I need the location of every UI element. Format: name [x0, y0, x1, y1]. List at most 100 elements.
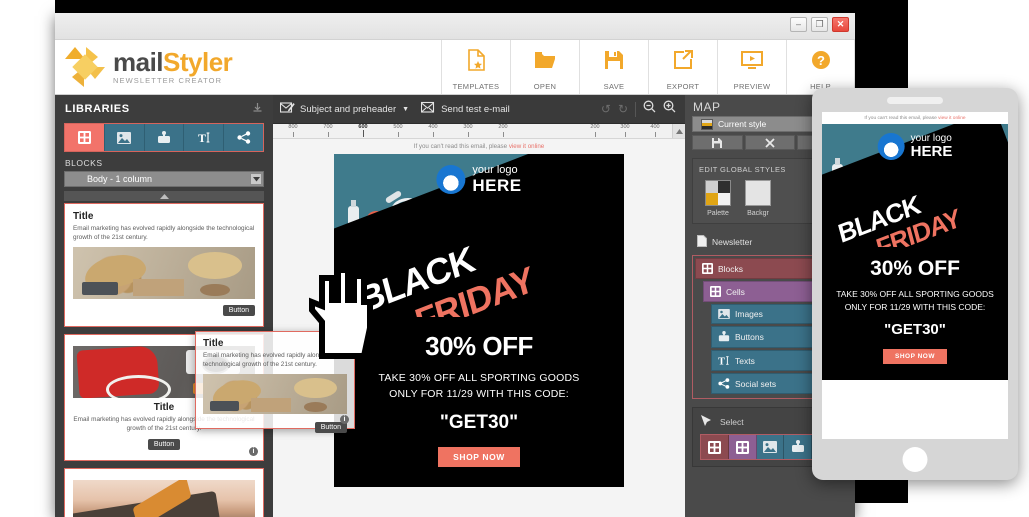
phone-home-button[interactable] — [902, 447, 928, 472]
svg-text:?: ? — [817, 53, 825, 68]
share-icon — [718, 378, 730, 389]
current-style-label: Current style — [718, 119, 767, 129]
ruler-scroll-up[interactable] — [672, 124, 685, 138]
background-icon — [745, 180, 771, 206]
select-tab-cells[interactable] — [728, 435, 757, 459]
delete-style-button[interactable] — [744, 135, 796, 150]
sidebar-item-social[interactable] — [224, 124, 263, 151]
ribbon-save-label: SAVE — [603, 82, 625, 91]
save-style-button[interactable] — [692, 135, 743, 150]
send-test-email-button[interactable]: Send test e-mail — [421, 101, 510, 117]
promo-code: "GET30" — [439, 411, 519, 433]
select-tab-images[interactable] — [756, 435, 785, 459]
phone-view-online-link[interactable]: view it online — [938, 116, 965, 121]
ribbon-preview-button[interactable]: PREVIEW — [717, 40, 786, 94]
ribbon-preview-label: PREVIEW — [733, 82, 771, 91]
sidebar-item-blocks[interactable] — [65, 124, 105, 151]
block-card-text: Email marketing has evolved rapidly alon… — [73, 225, 255, 242]
document-icon — [697, 235, 707, 249]
view-online-link[interactable]: view it online — [509, 143, 544, 150]
select-tab-blocks[interactable] — [701, 435, 729, 459]
ribbon-save-button[interactable]: SAVE — [579, 40, 648, 94]
zoom-out-icon[interactable] — [643, 100, 656, 118]
sidebar-item-texts[interactable]: T — [184, 124, 225, 151]
share-icon — [236, 131, 250, 144]
block-type-select[interactable]: Body - 1 column — [64, 171, 264, 187]
close-button[interactable]: ✕ — [832, 17, 849, 32]
logo-line2: HERE — [472, 176, 522, 195]
preview-monitor-icon — [741, 47, 763, 73]
palette-button[interactable]: Palette — [705, 180, 731, 217]
tree-item-label: Images — [735, 309, 763, 319]
phone-logo-line2: HERE — [910, 143, 953, 160]
ruler-label: 300 — [620, 124, 630, 130]
brand-title: mailStyler — [113, 49, 233, 75]
export-arrow-icon — [673, 47, 693, 73]
button-icon — [791, 440, 804, 452]
phone-screen[interactable]: If you can't read this email, please vie… — [822, 112, 1008, 439]
minimize-button[interactable]: – — [790, 17, 807, 32]
help-question-icon: ? — [811, 47, 831, 73]
ribbon-open-button[interactable]: OPEN — [510, 40, 579, 94]
select-label: Select — [720, 416, 744, 427]
undo-icon[interactable]: ↺ — [601, 102, 611, 116]
block-card-button[interactable]: Button — [222, 304, 255, 316]
ribbon-templates-button[interactable]: TEMPLATES — [441, 40, 510, 94]
list-item[interactable]: Title Email marketing has evolved rapidl… — [64, 203, 264, 327]
ruler-label: 300 — [463, 124, 473, 130]
ruler-label: 200 — [590, 124, 600, 130]
phone-promo-line2: ONLY FOR 11/29 WITH THIS CODE: — [844, 302, 986, 313]
cursor-arrow-icon — [700, 414, 713, 429]
chevron-down-icon[interactable]: ▼ — [402, 106, 409, 113]
phone-promo-section: 30% OFF TAKE 30% OFF ALL SPORTING GOODS … — [822, 247, 1008, 381]
ribbon-templates-label: TEMPLATES — [452, 82, 500, 91]
ribbon-help-button[interactable]: ? HELP — [786, 40, 855, 94]
envelope-edit-icon — [279, 101, 295, 117]
mailstyler-logo-icon — [64, 46, 106, 88]
palette-icon — [705, 180, 731, 206]
sidebar-item-images[interactable] — [104, 124, 145, 151]
sidebar-item-buttons[interactable] — [144, 124, 185, 151]
ribbon-export-button[interactable]: EXPORT — [648, 40, 717, 94]
block-type-value: Body - 1 column — [87, 174, 153, 184]
redo-icon[interactable]: ↻ — [618, 102, 628, 116]
libraries-panel: LIBRARIES T BLOCKS Body - 1 column Title… — [55, 95, 355, 517]
backdrop-left-notch — [0, 0, 55, 517]
phone-hero-banner: BLACK FRIDAY your logo HERE — [822, 124, 1008, 247]
blocks-scroll-up[interactable] — [64, 191, 264, 201]
svg-text:T: T — [198, 131, 206, 144]
tree-item-label: Cells — [726, 286, 745, 297]
download-icon[interactable] — [252, 102, 263, 116]
palette-label: Palette — [707, 210, 729, 217]
info-icon[interactable]: i — [249, 447, 258, 457]
email-preheader-note: If you can't read this email, please vie… — [273, 139, 685, 154]
blocks-section-label: BLOCKS — [65, 158, 103, 168]
background-label: Backgr — [747, 210, 769, 217]
map-title: MAP — [693, 100, 721, 114]
ruler-label: 400 — [428, 124, 438, 130]
zoom-in-icon[interactable] — [663, 100, 676, 118]
tree-item-label: Texts — [735, 355, 755, 366]
maximize-button[interactable]: ❐ — [811, 17, 828, 32]
canvas-ruler: 800 700 600 500 400 300 200 200 300 400 … — [273, 124, 685, 139]
preheader-text: If you can't read this email, please — [413, 143, 509, 150]
cells-icon — [735, 440, 749, 454]
shop-now-button[interactable]: SHOP NOW — [438, 446, 520, 467]
save-disk-icon — [712, 137, 723, 148]
phone-preview: If you can't read this email, please vie… — [812, 88, 1018, 480]
phone-shop-now-button[interactable]: SHOP NOW — [883, 349, 947, 365]
brand-tagline: NEWSLETTER CREATOR — [113, 76, 223, 85]
close-x-icon — [765, 137, 775, 148]
drag-preview-info-icon: i — [340, 415, 349, 424]
drag-preview-image — [203, 373, 347, 414]
background-button[interactable]: Backgr — [745, 180, 771, 217]
tree-root-label: Newsletter — [712, 237, 753, 247]
block-card-button[interactable]: Button — [147, 439, 181, 451]
chevron-down-icon[interactable] — [250, 173, 262, 185]
list-item[interactable] — [64, 468, 264, 517]
phone-promo-line1: TAKE 30% OFF ALL SPORTING GOODS — [836, 289, 994, 299]
subject-preheader-button[interactable]: Subject and preheader ▼ — [279, 101, 409, 117]
email-logo[interactable]: your logo HERE — [436, 165, 521, 194]
select-tab-buttons[interactable] — [784, 435, 813, 459]
ribbon-export-label: EXPORT — [666, 82, 700, 91]
